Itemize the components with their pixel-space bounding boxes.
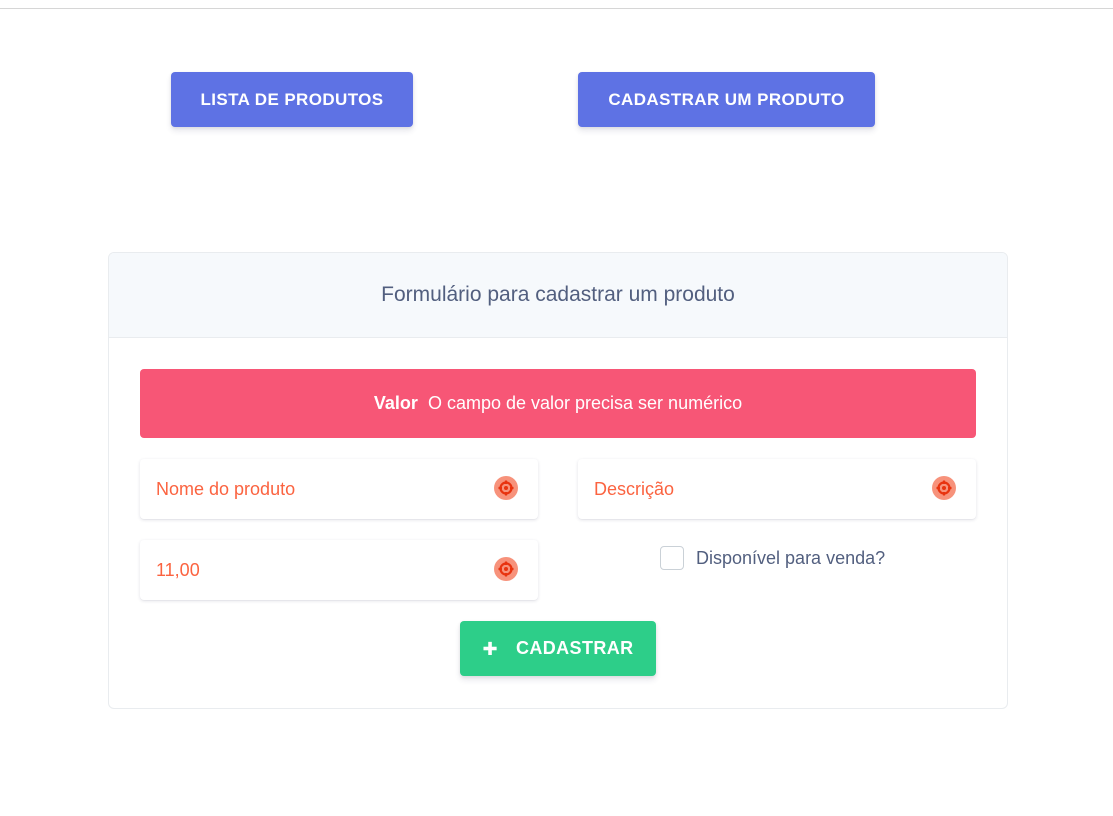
error-icon [932,476,956,500]
card-title: Formulário para cadastrar um produto [109,253,1007,338]
product-form-card: Formulário para cadastrar um produto Val… [108,252,1008,709]
price-input[interactable] [140,540,538,600]
available-for-sale-option[interactable]: Disponível para venda? [660,545,885,571]
browser-top-edge [0,0,1113,9]
product-name-field [140,459,538,519]
error-icon [494,476,518,500]
description-field [578,459,976,519]
price-field [140,540,538,600]
submit-label: CADASTRAR [515,638,634,658]
submit-register-button[interactable]: ✚ CADASTRAR [460,621,656,676]
alert-message: O campo de valor precisa ser numérico [427,393,743,413]
description-input[interactable] [578,459,976,519]
error-icon [494,557,518,581]
available-label: Disponível para venda? [696,547,886,568]
alert-field-name: Valor [373,393,418,413]
product-list-button[interactable]: LISTA DE PRODUTOS [171,72,413,127]
error-alert: Valor O campo de valor precisa ser numér… [140,369,976,438]
register-product-button[interactable]: CADASTRAR UM PRODUTO [578,72,875,127]
plus-icon: ✚ [482,638,498,659]
product-name-input[interactable] [140,459,538,519]
available-checkbox[interactable] [660,546,684,570]
